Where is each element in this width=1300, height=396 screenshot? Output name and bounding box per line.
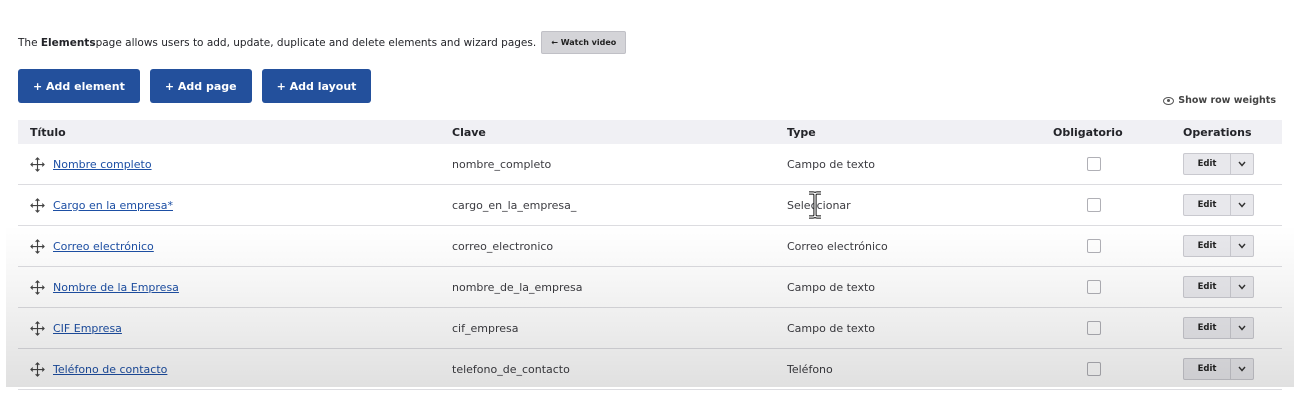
drag-handle-icon[interactable]	[30, 156, 45, 172]
title-cell: Nombre de la Empresa	[18, 279, 438, 295]
title-cell: Nombre completo	[18, 156, 438, 172]
key-cell: cif_empresa	[452, 321, 519, 335]
operations-toggle[interactable]	[1230, 318, 1253, 338]
header-key: Clave	[452, 125, 486, 139]
operations-toggle[interactable]	[1230, 236, 1253, 256]
required-cell	[1043, 362, 1153, 376]
element-title-link[interactable]: Cargo en la empresa*	[53, 199, 173, 212]
required-checkbox[interactable]	[1087, 362, 1101, 376]
description-suffix: page allows users to add, update, duplic…	[95, 36, 537, 49]
required-cell	[1043, 198, 1153, 212]
operations-dropbutton: Edit	[1183, 235, 1254, 257]
element-title-link[interactable]: CIF Empresa	[53, 322, 122, 335]
element-title-link[interactable]: Teléfono de contacto	[53, 363, 167, 376]
operations-toggle[interactable]	[1230, 154, 1253, 174]
edit-button[interactable]: Edit	[1184, 318, 1230, 338]
action-buttons: + Add element + Add page + Add layout	[18, 69, 372, 103]
element-title-link[interactable]: Nombre completo	[53, 158, 152, 171]
table-row: Correo electrónico correo_electronico Co…	[18, 226, 1282, 267]
chevron-down-icon	[1238, 161, 1246, 167]
header-operations: Operations	[1183, 125, 1252, 139]
page-description: The Elements page allows users to add, u…	[18, 31, 627, 54]
drag-handle-icon[interactable]	[30, 197, 45, 213]
key-cell: cargo_en_la_empresa_	[452, 198, 577, 212]
required-cell	[1043, 157, 1153, 171]
key-cell: nombre_completo	[452, 157, 552, 171]
type-cell: Campo de texto	[787, 280, 876, 294]
elements-table: Título Clave Type Obligatorio Operations…	[18, 120, 1282, 390]
required-checkbox[interactable]	[1087, 280, 1101, 294]
add-element-button[interactable]: + Add element	[18, 69, 140, 103]
chevron-down-icon	[1238, 284, 1246, 290]
title-cell: CIF Empresa	[18, 320, 438, 336]
title-cell: Correo electrónico	[18, 238, 438, 254]
element-title-link[interactable]: Correo electrónico	[53, 240, 154, 253]
key-cell: correo_electronico	[452, 239, 554, 253]
description-prefix: The	[18, 36, 38, 49]
table-row: Cargo en la empresa* cargo_en_la_empresa…	[18, 185, 1282, 226]
operations-dropbutton: Edit	[1183, 153, 1254, 175]
chevron-down-icon	[1238, 366, 1246, 372]
table-row: Teléfono de contacto telefono_de_contact…	[18, 349, 1282, 390]
operations-cell: Edit	[1153, 317, 1282, 339]
watch-video-button[interactable]: ← Watch video	[541, 31, 627, 54]
type-cell: Correo electrónico	[787, 239, 888, 253]
drag-handle-icon[interactable]	[30, 320, 45, 336]
chevron-down-icon	[1238, 243, 1246, 249]
required-checkbox[interactable]	[1087, 198, 1101, 212]
title-cell: Teléfono de contacto	[18, 361, 438, 377]
operations-dropbutton: Edit	[1183, 276, 1254, 298]
header-type: Type	[787, 125, 816, 139]
operations-toggle[interactable]	[1230, 359, 1253, 379]
required-checkbox[interactable]	[1087, 239, 1101, 253]
type-cell: Campo de texto	[787, 157, 876, 171]
table-header: Título Clave Type Obligatorio Operations	[18, 120, 1282, 144]
required-checkbox[interactable]	[1087, 157, 1101, 171]
operations-dropbutton: Edit	[1183, 358, 1254, 380]
header-title: Título	[30, 125, 66, 139]
operations-cell: Edit	[1153, 235, 1282, 257]
title-cell: Cargo en la empresa*	[18, 197, 438, 213]
required-cell	[1043, 280, 1153, 294]
header-required: Obligatorio	[1053, 125, 1123, 139]
operations-cell: Edit	[1153, 194, 1282, 216]
edit-button[interactable]: Edit	[1184, 195, 1230, 215]
edit-button[interactable]: Edit	[1184, 236, 1230, 256]
drag-handle-icon[interactable]	[30, 279, 45, 295]
operations-cell: Edit	[1153, 153, 1282, 175]
type-cell: Campo de texto	[787, 321, 876, 335]
edit-button[interactable]: Edit	[1184, 277, 1230, 297]
show-row-weights-label: Show row weights	[1178, 95, 1276, 106]
chevron-down-icon	[1238, 325, 1246, 331]
drag-handle-icon[interactable]	[30, 238, 45, 254]
operations-toggle[interactable]	[1230, 195, 1253, 215]
table-body: Nombre completo nombre_completo Campo de…	[18, 144, 1282, 390]
add-page-button[interactable]: + Add page	[149, 69, 252, 103]
operations-cell: Edit	[1153, 358, 1282, 380]
drag-handle-icon[interactable]	[30, 361, 45, 377]
operations-cell: Edit	[1153, 276, 1282, 298]
type-cell: Teléfono	[787, 362, 833, 376]
eye-icon	[1163, 96, 1175, 105]
edit-button[interactable]: Edit	[1184, 359, 1230, 379]
required-cell	[1043, 321, 1153, 335]
key-cell: nombre_de_la_empresa	[452, 280, 583, 294]
edit-button[interactable]: Edit	[1184, 154, 1230, 174]
operations-toggle[interactable]	[1230, 277, 1253, 297]
show-row-weights-link[interactable]: Show row weights	[1163, 95, 1276, 106]
key-cell: telefono_de_contacto	[452, 362, 570, 376]
operations-dropbutton: Edit	[1183, 194, 1254, 216]
table-row: Nombre de la Empresa nombre_de_la_empres…	[18, 267, 1282, 308]
element-title-link[interactable]: Nombre de la Empresa	[53, 281, 179, 294]
required-checkbox[interactable]	[1087, 321, 1101, 335]
add-layout-button[interactable]: + Add layout	[261, 69, 372, 103]
table-row: CIF Empresa cif_empresa Campo de texto E…	[18, 308, 1282, 349]
description-bold: Elements	[40, 36, 96, 49]
operations-dropbutton: Edit	[1183, 317, 1254, 339]
chevron-down-icon	[1238, 202, 1246, 208]
required-cell	[1043, 239, 1153, 253]
table-row: Nombre completo nombre_completo Campo de…	[18, 144, 1282, 185]
type-cell: Seleccionar	[787, 198, 851, 212]
